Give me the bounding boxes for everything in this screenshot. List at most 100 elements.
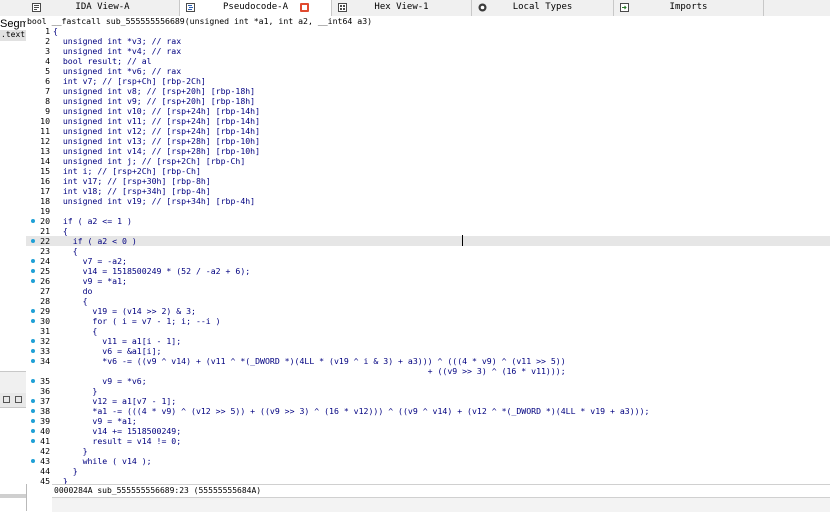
code-line[interactable]: 31 {	[26, 326, 830, 336]
code-line[interactable]: 45 }	[26, 476, 830, 484]
code-line[interactable]: 24 v7 = -a2;	[26, 256, 830, 266]
segments-header: Segme	[0, 18, 26, 30]
code-line[interactable]: 8 unsigned int v9; // [rsp+20h] [rbp-18h…	[26, 96, 830, 106]
code-text: unsigned int v11; // [rsp+24h] [rbp-14h]	[53, 116, 261, 126]
line-number: 30	[40, 316, 50, 326]
breakpoint-dot-icon[interactable]	[31, 429, 35, 433]
breakpoint-dot-icon[interactable]	[31, 269, 35, 273]
code-line[interactable]: 12 unsigned int v13; // [rsp+28h] [rbp-1…	[26, 136, 830, 146]
code-line[interactable]: 39 v9 = *a1;	[26, 416, 830, 426]
code-line[interactable]: 23 {	[26, 246, 830, 256]
line-number: 4	[45, 56, 50, 66]
code-line[interactable]: 28 {	[26, 296, 830, 306]
breakpoint-dot-icon[interactable]	[31, 319, 35, 323]
code-line[interactable]: 9 unsigned int v10; // [rsp+24h] [rbp-14…	[26, 106, 830, 116]
code-text: v11 = a1[i - 1];	[53, 336, 182, 346]
segment-row-text[interactable]: .text	[0, 30, 26, 41]
code-line[interactable]: 11 unsigned int v12; // [rsp+24h] [rbp-1…	[26, 126, 830, 136]
code-line[interactable]: 1{	[26, 26, 830, 36]
code-line[interactable]: 38 *a1 -= (((4 * v9) ^ (v12 >> 5)) + ((v…	[26, 406, 830, 416]
line-number: 41	[40, 436, 50, 446]
tab-hex-view-1[interactable]: Hex View-1	[332, 0, 472, 16]
code-line[interactable]: 43 while ( v14 );	[26, 456, 830, 466]
code-line[interactable]: 30 for ( i = v7 - 1; i; --i )	[26, 316, 830, 326]
breakpoint-dot-icon[interactable]	[31, 439, 35, 443]
line-number: 31	[40, 326, 50, 336]
code-line[interactable]: 32 v11 = a1[i - 1];	[26, 336, 830, 346]
breakpoint-dot-icon[interactable]	[31, 279, 35, 283]
tab-local-types[interactable]: Local Types	[472, 0, 614, 16]
code-line[interactable]: 17 int v18; // [rsp+34h] [rbp-4h]	[26, 186, 830, 196]
breakpoint-dot-icon[interactable]	[31, 349, 35, 353]
code-line[interactable]: 27 do	[26, 286, 830, 296]
code-line[interactable]: 29 v19 = (v14 >> 2) & 3;	[26, 306, 830, 316]
code-line[interactable]: 15 int i; // [rsp+2Ch] [rbp-Ch]	[26, 166, 830, 176]
code-line[interactable]: 16 int v17; // [rsp+30h] [rbp-8h]	[26, 176, 830, 186]
pseudocode-view[interactable]: bool __fastcall sub_555555556689(unsigne…	[26, 16, 830, 484]
code-text: v19 = (v14 >> 2) & 3;	[53, 306, 196, 316]
code-line[interactable]: 35 v9 = *v6;	[26, 376, 830, 386]
line-number: 39	[40, 416, 50, 426]
code-line[interactable]: 19	[26, 206, 830, 216]
code-text: v9 = *v6;	[53, 376, 147, 386]
code-text: unsigned int v9; // [rsp+20h] [rbp-18h]	[53, 96, 256, 106]
left-scrollbar[interactable]	[0, 494, 26, 498]
code-line[interactable]: 18 unsigned int v19; // [rsp+34h] [rbp-4…	[26, 196, 830, 206]
code-line[interactable]: 25 v14 = 1518500249 * (52 / -a2 + 6);	[26, 266, 830, 276]
code-line[interactable]: 21 {	[26, 226, 830, 236]
breakpoint-dot-icon[interactable]	[31, 379, 35, 383]
horizontal-scrollbar[interactable]	[52, 497, 830, 512]
code-line[interactable]: 4 bool result; // al	[26, 56, 830, 66]
breakpoint-dot-icon[interactable]	[31, 339, 35, 343]
line-number: 1	[45, 26, 50, 36]
tab-imports[interactable]: Imports	[614, 0, 764, 16]
breakpoint-dot-icon[interactable]	[31, 219, 35, 223]
breakpoint-dot-icon[interactable]	[31, 409, 35, 413]
code-line[interactable]: 34 *v6 -= ((v9 ^ v14) + (v11 ^ *(_DWORD …	[26, 356, 830, 366]
code-line[interactable]: 13 unsigned int v14; // [rsp+28h] [rbp-1…	[26, 146, 830, 156]
code-line[interactable]: 20 if ( a2 <= 1 )	[26, 216, 830, 226]
code-line[interactable]: 26 v9 = *a1;	[26, 276, 830, 286]
code-line[interactable]: 14 unsigned int j; // [rsp+2Ch] [rbp-Ch]	[26, 156, 830, 166]
code-line[interactable]: 42 }	[26, 446, 830, 456]
breakpoint-dot-icon[interactable]	[31, 399, 35, 403]
restore-icon[interactable]	[15, 396, 22, 403]
breakpoint-dot-icon[interactable]	[31, 259, 35, 263]
code-text: {	[53, 246, 78, 256]
code-line[interactable]: 10 unsigned int v11; // [rsp+24h] [rbp-1…	[26, 116, 830, 126]
restore-icon[interactable]	[3, 396, 10, 403]
code-text: v12 = a1[v7 - 1];	[53, 396, 177, 406]
breakpoint-dot-icon[interactable]	[31, 359, 35, 363]
close-tab-icon[interactable]	[300, 3, 309, 12]
code-line[interactable]: 41 result = v14 != 0;	[26, 436, 830, 446]
code-line[interactable]: 5 unsigned int *v6; // rax	[26, 66, 830, 76]
line-number: 19	[40, 206, 50, 216]
code-text: unsigned int *v4; // rax	[53, 46, 182, 56]
code-line[interactable]: 40 v14 += 1518500249;	[26, 426, 830, 436]
line-number: 37	[40, 396, 50, 406]
code-line[interactable]: 33 v6 = &a1[i];	[26, 346, 830, 356]
panel-splitter[interactable]	[0, 371, 26, 395]
code-line[interactable]: 36 }	[26, 386, 830, 396]
code-text: v14 = 1518500249 * (52 / -a2 + 6);	[53, 266, 251, 276]
code-line[interactable]: 6 int v7; // [rsp+Ch] [rbp-2Ch]	[26, 76, 830, 86]
code-line[interactable]: 3 unsigned int *v4; // rax	[26, 46, 830, 56]
code-line[interactable]: 37 v12 = a1[v7 - 1];	[26, 396, 830, 406]
line-number: 29	[40, 306, 50, 316]
code-line[interactable]: 7 unsigned int v8; // [rsp+20h] [rbp-18h…	[26, 86, 830, 96]
code-text: *v6 -= ((v9 ^ v14) + (v11 ^ *(_DWORD *)(…	[53, 356, 566, 366]
status-bar: 0000284A sub_555555556689:23 (5555555568…	[52, 484, 830, 497]
code-text: unsigned int *v3; // rax	[53, 36, 182, 46]
breakpoint-dot-icon[interactable]	[31, 459, 35, 463]
tab-ida-view-a[interactable]: IDA View-A	[26, 0, 180, 16]
breakpoint-dot-icon[interactable]	[31, 309, 35, 313]
breakpoint-dot-icon[interactable]	[31, 419, 35, 423]
code-line[interactable]: + ((v9 >> 3) ^ (16 * v11)));	[26, 366, 830, 376]
code-line[interactable]: 44 }	[26, 466, 830, 476]
code-line[interactable]: 2 unsigned int *v3; // rax	[26, 36, 830, 46]
code-line[interactable]: 22 if ( a2 < 0 )	[26, 236, 830, 246]
line-number: 7	[45, 86, 50, 96]
breakpoint-dot-icon[interactable]	[31, 239, 35, 243]
tab-pseudocode-a[interactable]: Pseudocode-A	[180, 0, 332, 16]
code-text: if ( a2 < 0 )	[53, 236, 137, 246]
